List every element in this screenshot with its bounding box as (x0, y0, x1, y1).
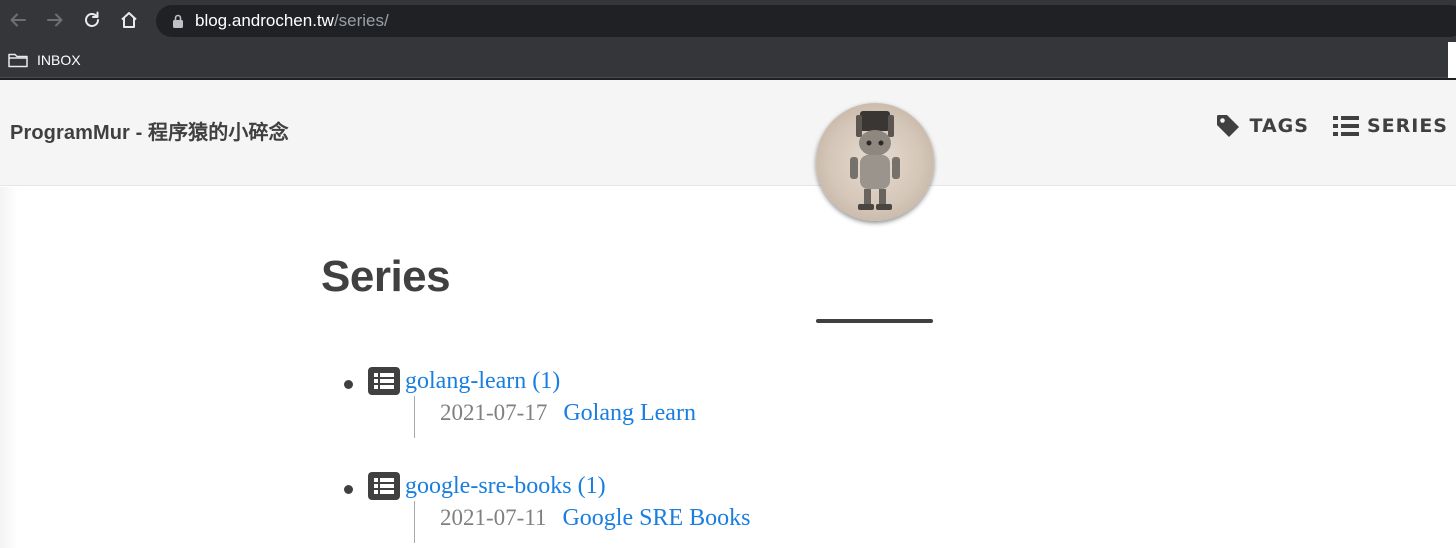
scrollbar-stub (1448, 42, 1456, 78)
post-link[interactable]: Golang Learn (563, 400, 696, 426)
bullet (344, 485, 353, 494)
url-path: /series/ (333, 11, 389, 30)
home-button[interactable] (117, 8, 141, 32)
site-navbar: ProgramMur - 程序猿的小碎念 TAGS SERIES (0, 80, 1456, 186)
list-icon (368, 472, 400, 500)
page-title: Series (321, 252, 451, 301)
nav-link-series[interactable]: SERIES (1332, 115, 1448, 137)
arrow-left-icon (10, 13, 26, 27)
reload-button[interactable] (80, 8, 104, 32)
series-link[interactable]: golang-learn (1) (405, 366, 560, 396)
url-host: blog.androchen.tw (195, 11, 334, 30)
forward-button[interactable] (43, 8, 67, 32)
post-row: 2021-07-17 Golang Learn (414, 396, 696, 438)
folder-icon (8, 53, 28, 68)
nav-links: TAGS SERIES (1191, 113, 1448, 139)
title-divider (816, 319, 933, 323)
url-text: blog.androchen.tw/series/ (195, 11, 389, 31)
home-icon (121, 12, 137, 28)
list-icon (368, 367, 400, 395)
bookmark-folder-inbox[interactable]: INBOX (8, 50, 81, 70)
page-edge-shadow (0, 187, 18, 548)
site-brand[interactable]: ProgramMur - 程序猿的小碎念 (10, 116, 289, 145)
tag-icon (1217, 115, 1240, 137)
list-icon (1332, 116, 1359, 136)
nav-link-tags[interactable]: TAGS (1215, 113, 1308, 139)
post-row: 2021-07-11 Google SRE Books (414, 501, 750, 543)
nav-link-label: TAGS (1249, 115, 1309, 137)
back-button[interactable] (6, 8, 30, 32)
bookmarks-bar: INBOX (0, 42, 1456, 78)
avatar[interactable] (816, 103, 934, 221)
robot-avatar-image (850, 111, 900, 210)
post-link[interactable]: Google SRE Books (562, 505, 750, 531)
reload-icon (85, 11, 99, 27)
bullet (344, 380, 353, 389)
nav-link-label: SERIES (1366, 115, 1448, 137)
post-date: 2021-07-11 (440, 505, 547, 530)
browser-toolbar: blog.androchen.tw/series/ (0, 0, 1456, 42)
lock-icon (173, 14, 183, 28)
address-bar[interactable]: blog.androchen.tw/series/ (156, 5, 1456, 37)
series-link[interactable]: google-sre-books (1) (405, 471, 606, 501)
arrow-right-icon (47, 13, 63, 27)
bookmark-label: INBOX (37, 52, 81, 68)
post-date: 2021-07-17 (440, 400, 548, 425)
